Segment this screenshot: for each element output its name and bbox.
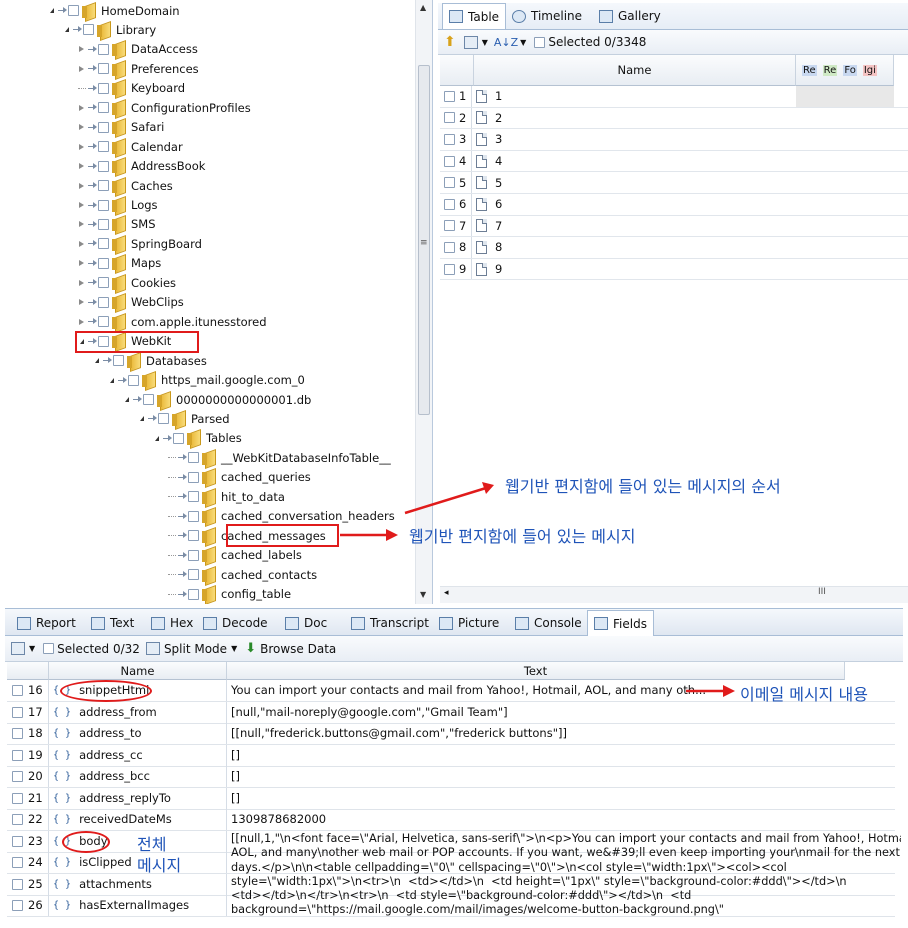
annotation-arrows: [340, 482, 735, 697]
annotation-order: 웹기반 편지함에 들어 있는 메시지의 순서: [505, 477, 781, 496]
annotation-messages: 웹기반 편지함에 들어 있는 메시지: [409, 527, 636, 546]
annotation-full-2: 메시지: [137, 856, 182, 875]
annotation-email-content: 이메일 메시지 내용: [740, 685, 868, 704]
arrow-messages-head: [386, 529, 398, 541]
arrow-order: [404, 486, 487, 515]
arrow-content-head: [723, 685, 735, 697]
